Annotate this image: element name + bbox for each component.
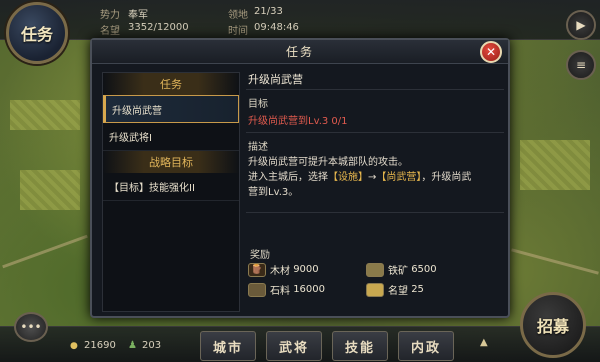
reward-name: 铁矿	[388, 266, 408, 277]
quest-item-upgrade-general[interactable]: 升级武将I	[103, 123, 239, 151]
description-label: 描述	[248, 142, 268, 153]
quest-dialog: 任务 ✕ 任务 升级尚武营 升级武将I 战略目标 【目标】技能强化II 升级尚武…	[90, 38, 510, 318]
faction-value: 奉军	[128, 10, 148, 21]
fame-label: 名望	[100, 26, 120, 37]
reward-amount: 9000	[293, 264, 319, 275]
reward-amount: 6500	[411, 264, 437, 275]
faction-label: 势力	[100, 10, 120, 21]
dialog-header: 任务 ✕	[92, 40, 508, 64]
strategy-item-skill[interactable]: 【目标】技能强化II	[103, 173, 239, 201]
troop-value: 203	[142, 340, 162, 351]
chevron-up-icon[interactable]: ▲	[480, 337, 488, 348]
divider	[246, 132, 504, 133]
tab-internal-affairs[interactable]: 内政	[398, 331, 454, 361]
strategy-item-label: 【目标】技能强化II	[109, 183, 195, 194]
reward-name: 木材	[270, 266, 290, 277]
rewards-label: 奖励	[250, 250, 270, 261]
description-line: 进入主城后，选择【设施】→【尚武营】，升级尚武	[248, 170, 504, 185]
tab-skills[interactable]: 技能	[332, 331, 388, 361]
copper-icon: ●	[70, 341, 78, 351]
rewards-section: 奖励 🪵 木材 9000 铁矿 6500 石料 16000 名望 25	[248, 246, 498, 306]
description-line: 升级尚武营可提升本城部队的攻击。	[248, 157, 408, 168]
description-text-suffix: ，升级尚武	[421, 172, 472, 183]
facility-highlight: 【设施】	[328, 172, 368, 183]
reward-iron: 铁矿 6500	[366, 262, 437, 277]
dialog-title: 任务	[285, 45, 314, 59]
tab-label: 城市	[212, 340, 243, 356]
wood-icon: 🪵	[248, 262, 266, 277]
territory-label: 领地	[228, 10, 248, 21]
strategy-section-header: 战略目标	[103, 151, 239, 173]
time-value: 09:48:46	[254, 22, 299, 33]
close-icon[interactable]: ✕	[480, 41, 502, 63]
recruit-button[interactable]: 招募	[520, 292, 586, 358]
fame-value: 3352/12000	[128, 22, 189, 33]
tab-label: 技能	[344, 340, 375, 356]
reward-name: 石料	[270, 286, 290, 297]
play-icon[interactable]: ▶	[566, 10, 596, 40]
map-road	[511, 248, 599, 275]
troop-icon: ♟	[128, 340, 137, 351]
reward-stone: 石料 16000	[248, 282, 325, 297]
recruit-label: 招募	[536, 317, 569, 336]
reward-amount: 25	[411, 284, 424, 295]
objective-text: 升级尚武营到Lv.3 0/1	[248, 116, 348, 127]
quest-badge-button[interactable]: 任务	[6, 2, 68, 64]
fame-icon	[366, 282, 384, 297]
tab-label: 武将	[278, 340, 309, 356]
reward-fame: 名望 25	[366, 282, 424, 297]
top-status-bar: 势力 奉军 名望 3352/12000 领地 21/33 时间 09:48:46	[0, 0, 600, 40]
quest-detail-panel: 升级尚武营 目标 升级尚武营到Lv.3 0/1 描述 升级尚武营可提升本城部队的…	[246, 68, 504, 312]
stone-icon	[248, 282, 266, 297]
reward-amount: 16000	[293, 284, 325, 295]
time-label: 时间	[228, 26, 248, 37]
description-line: 营到Lv.3。	[248, 187, 299, 198]
bottom-bar: ● 21690 ♟ 203 城市 武将 技能 内政 ▲	[0, 326, 600, 362]
description-text: 升级尚武营可提升本城部队的攻击。 进入主城后，选择【设施】→【尚武营】，升级尚武…	[246, 155, 504, 200]
menu-icon[interactable]: ≡	[566, 50, 596, 80]
objective-label: 目标	[248, 99, 268, 110]
quests-section-header: 任务	[103, 73, 239, 95]
iron-icon	[366, 262, 384, 277]
detail-title: 升级尚武营	[246, 68, 504, 90]
quest-list-panel: 任务 升级尚武营 升级武将I 战略目标 【目标】技能强化II	[102, 72, 240, 312]
barracks-highlight: 【尚武营】	[376, 172, 422, 183]
quest-item-label: 升级尚武营	[112, 105, 162, 117]
tab-generals[interactable]: 武将	[266, 331, 322, 361]
map-field	[520, 140, 590, 190]
map-road	[2, 234, 88, 269]
tab-city[interactable]: 城市	[200, 331, 256, 361]
quest-item-upgrade-barracks[interactable]: 升级尚武营	[103, 95, 239, 123]
territory-value: 21/33	[254, 6, 283, 17]
quest-item-label: 升级武将I	[109, 133, 152, 144]
chat-icon[interactable]: •••	[14, 312, 48, 342]
tab-label: 内政	[410, 340, 441, 356]
copper-value: 21690	[84, 340, 116, 351]
divider	[246, 212, 504, 213]
reward-wood: 🪵 木材 9000	[248, 262, 319, 277]
quest-badge-label: 任务	[20, 25, 53, 44]
map-field	[20, 170, 80, 210]
reward-name: 名望	[388, 286, 408, 297]
description-text-prefix: 进入主城后，选择	[248, 172, 328, 183]
map-field	[10, 100, 80, 130]
